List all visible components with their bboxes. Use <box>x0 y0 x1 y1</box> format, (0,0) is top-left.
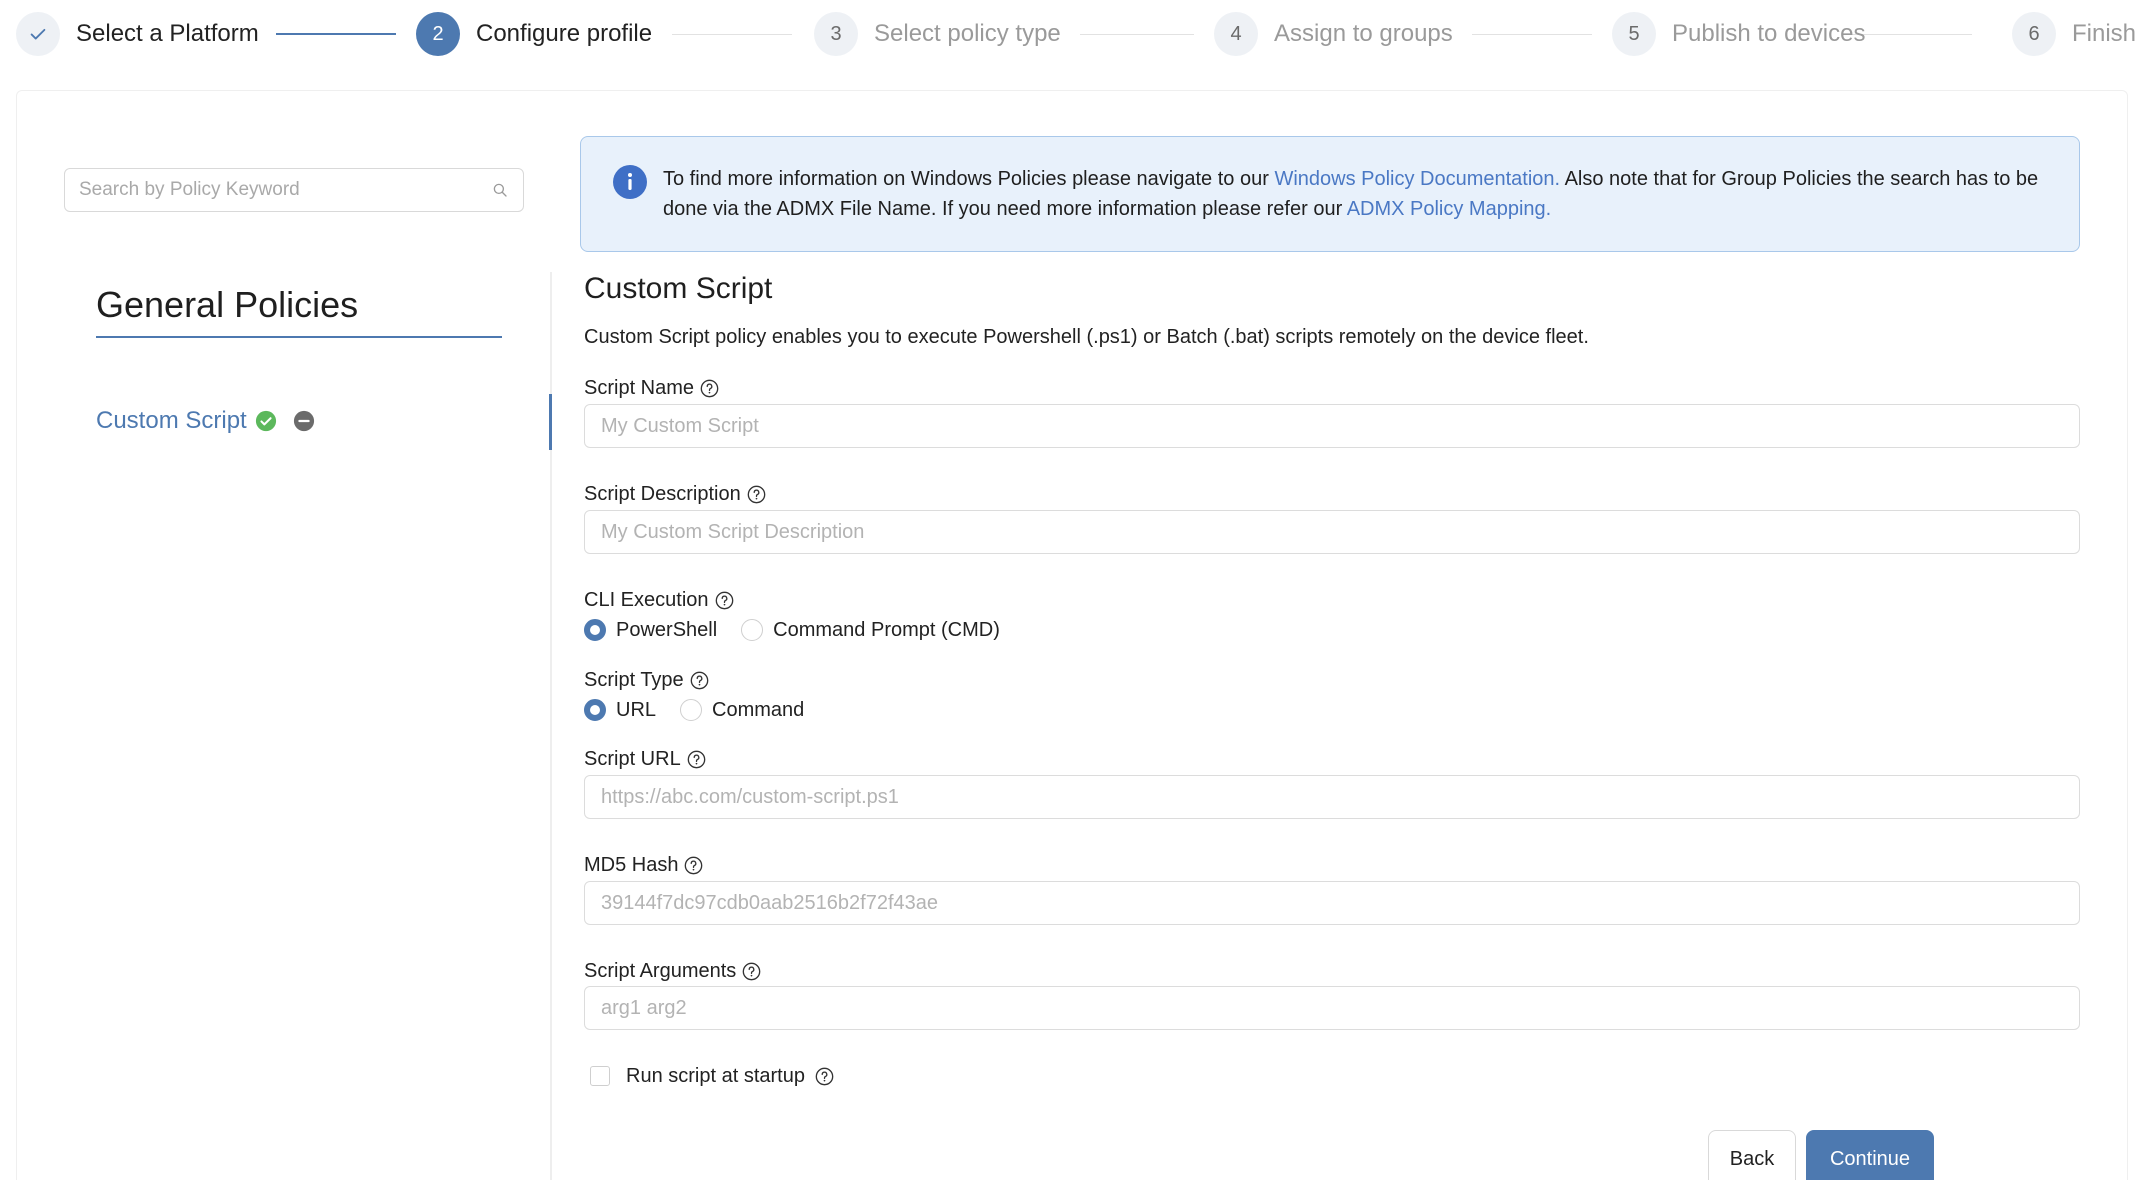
script-url-input[interactable] <box>584 775 2080 819</box>
radio-label[interactable]: Command Prompt (CMD) <box>773 619 1000 642</box>
sidebar-item-custom-script[interactable]: Custom Script <box>96 404 315 438</box>
step-label: Configure profile <box>476 20 653 47</box>
help-icon[interactable] <box>715 591 734 610</box>
help-icon[interactable] <box>700 379 719 398</box>
script-type-label: Script Type <box>584 667 709 693</box>
policy-title: Custom Script <box>584 272 773 305</box>
command-radio[interactable] <box>680 699 703 721</box>
script-name-label: Script Name <box>584 375 719 401</box>
help-icon[interactable] <box>690 671 709 690</box>
step-configure-profile[interactable]: 2 Configure profile <box>416 12 652 56</box>
script-description-label: Script Description <box>584 481 766 507</box>
step-connector <box>1472 34 1592 35</box>
field-label-text: CLI Execution <box>584 588 709 611</box>
cmd-radio[interactable] <box>741 619 764 641</box>
step-connector <box>672 34 792 35</box>
run-at-startup-checkbox[interactable] <box>590 1066 610 1086</box>
script-description-input[interactable] <box>584 510 2080 554</box>
checkbox-label[interactable]: Run script at startup <box>626 1065 805 1088</box>
progress-stepper: Select a Platform 2 Configure profile 3 … <box>0 0 2144 70</box>
radio-label[interactable]: Command <box>712 699 804 722</box>
step-label: Assign to groups <box>1274 20 1453 47</box>
step-connector <box>1080 34 1194 35</box>
admx-policy-mapping-link[interactable]: ADMX Policy Mapping. <box>1347 198 1552 220</box>
check-icon <box>16 12 60 56</box>
step-label: Finish <box>2072 20 2137 47</box>
radio-label[interactable]: URL <box>616 699 656 722</box>
info-text-part: To find more information on Windows Poli… <box>663 168 1275 190</box>
script-url-label: Script URL <box>584 746 706 772</box>
active-item-indicator <box>549 394 552 450</box>
script-name-input[interactable] <box>584 404 2080 448</box>
step-number: 6 <box>2012 12 2056 56</box>
md5-hash-label: MD5 Hash <box>584 852 703 878</box>
step-number: 5 <box>1612 12 1656 56</box>
step-label: Select policy type <box>874 20 1061 47</box>
help-icon[interactable] <box>747 485 766 504</box>
script-arguments-input[interactable] <box>584 986 2080 1030</box>
step-assign-to-groups[interactable]: 4 Assign to groups <box>1214 12 1453 56</box>
info-banner: To find more information on Windows Poli… <box>580 136 2080 252</box>
policy-search[interactable] <box>64 168 524 212</box>
radio-label[interactable]: PowerShell <box>616 619 717 642</box>
step-number: 4 <box>1214 12 1258 56</box>
run-at-startup-row: Run script at startup <box>590 1062 834 1090</box>
back-button[interactable]: Back <box>1708 1130 1796 1180</box>
powershell-radio[interactable] <box>584 619 606 641</box>
cli-execution-label: CLI Execution <box>584 587 734 613</box>
help-icon[interactable] <box>815 1067 834 1086</box>
search-icon[interactable] <box>491 181 509 199</box>
step-publish-to-devices[interactable]: 5 Publish to devices <box>1612 12 1865 56</box>
md5-hash-input[interactable] <box>584 881 2080 925</box>
field-label-text: MD5 Hash <box>584 853 679 876</box>
help-icon[interactable] <box>742 962 761 981</box>
remove-icon[interactable] <box>293 410 315 432</box>
step-label: Select a Platform <box>76 20 259 47</box>
script-type-radio-group: URL Command <box>584 696 828 724</box>
step-connector <box>276 33 396 35</box>
check-circle-icon <box>255 410 276 432</box>
policy-description: Custom Script policy enables you to exec… <box>584 326 1589 348</box>
field-label-text: Script Name <box>584 376 695 399</box>
field-label-text: Script Description <box>584 482 741 505</box>
policy-search-input[interactable] <box>79 179 491 201</box>
sidebar-item-label[interactable]: Custom Script <box>96 407 247 435</box>
info-text: To find more information on Windows Poli… <box>663 164 2053 224</box>
field-label-text: Script Arguments <box>584 959 737 982</box>
step-finish[interactable]: 6 Finish <box>2012 12 2136 56</box>
help-icon[interactable] <box>684 856 703 875</box>
url-radio[interactable] <box>584 699 606 721</box>
continue-button[interactable]: Continue <box>1806 1130 1934 1180</box>
step-select-platform[interactable]: Select a Platform <box>16 12 259 56</box>
info-icon <box>613 165 647 199</box>
step-label: Publish to devices <box>1672 20 1866 47</box>
script-arguments-label: Script Arguments <box>584 958 761 984</box>
cli-execution-radio-group: PowerShell Command Prompt (CMD) <box>584 616 1024 644</box>
field-label-text: Script URL <box>584 747 681 770</box>
step-number: 2 <box>416 12 460 56</box>
windows-policy-documentation-link[interactable]: Windows Policy Documentation. <box>1274 168 1560 190</box>
title-underline <box>96 336 502 338</box>
policy-category-title: General Policies <box>96 284 359 325</box>
help-icon[interactable] <box>687 750 706 769</box>
step-select-policy-type[interactable]: 3 Select policy type <box>814 12 1061 56</box>
field-label-text: Script Type <box>584 668 684 691</box>
step-number: 3 <box>814 12 858 56</box>
